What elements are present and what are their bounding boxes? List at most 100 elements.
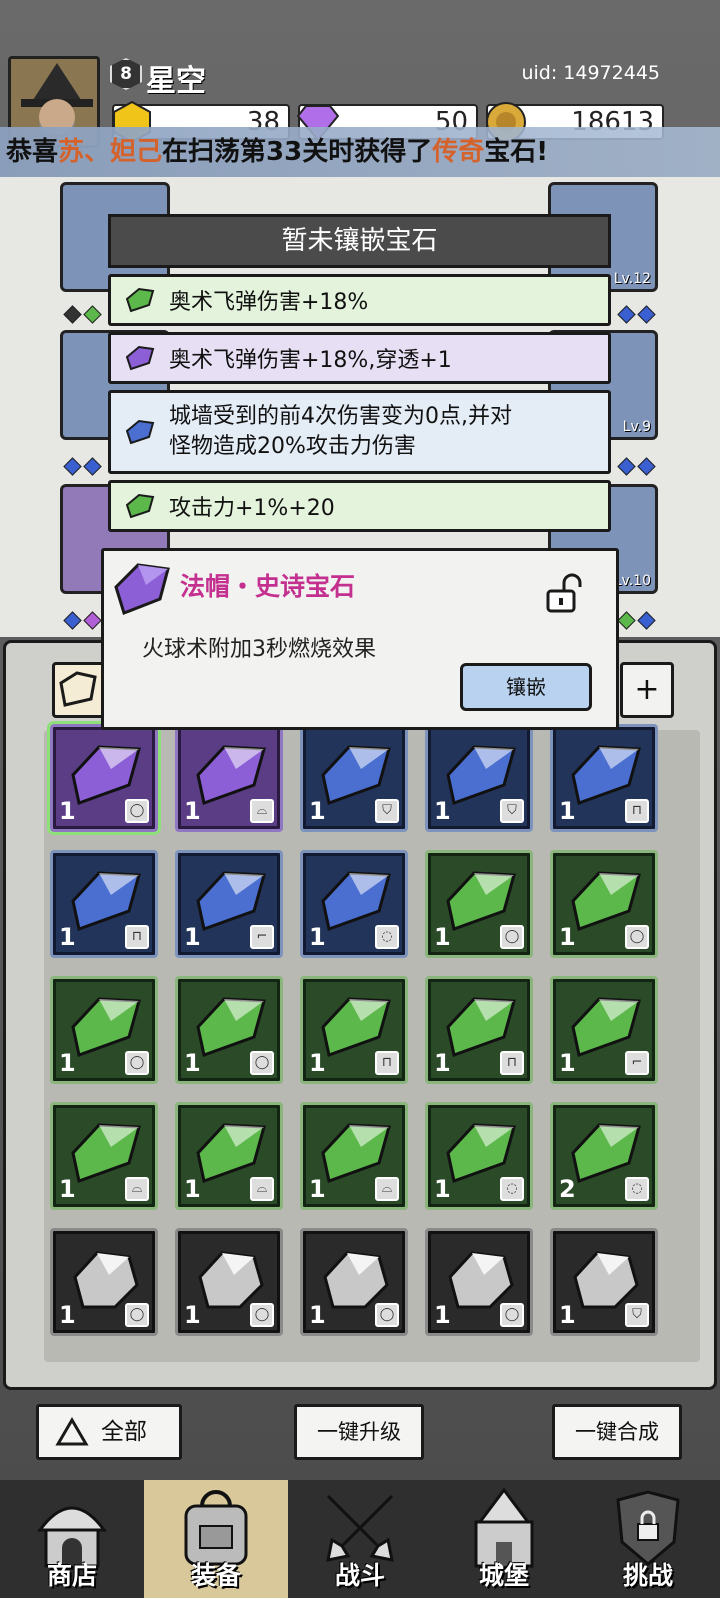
tab-challenge[interactable]: 挑战 bbox=[576, 1480, 720, 1598]
ring-slot-icon: ◯ bbox=[125, 799, 149, 823]
gem-count: 1 bbox=[434, 1175, 451, 1203]
add-button[interactable]: + bbox=[620, 662, 674, 718]
gem-count: 2 bbox=[559, 1175, 576, 1203]
gem-count: 1 bbox=[309, 923, 326, 951]
inventory-gem-cell[interactable]: 1 ⌓ bbox=[175, 724, 283, 832]
ticker-prefix: 恭喜 bbox=[6, 137, 59, 167]
hat-slot-icon: ⌓ bbox=[250, 1177, 274, 1201]
inventory-gem-cell[interactable]: 1 ⛉ bbox=[425, 724, 533, 832]
inventory-gem-cell[interactable]: 1 ◯ bbox=[425, 850, 533, 958]
boots-slot-icon: ⊓ bbox=[500, 1051, 524, 1075]
gem-effect-row[interactable]: 奥术飞弹伤害+18% bbox=[108, 274, 611, 326]
upgrade-all-button[interactable]: 一键升级 bbox=[294, 1404, 424, 1460]
inventory-gem-cell[interactable]: 1 ◯ bbox=[50, 1228, 158, 1336]
inventory-gem-cell[interactable]: 1 ⊓ bbox=[425, 976, 533, 1084]
filter-all-label: 全部 bbox=[101, 1419, 147, 1445]
gem-count: 1 bbox=[59, 797, 76, 825]
green-gem-icon bbox=[125, 493, 155, 519]
blue-gem-icon bbox=[125, 419, 155, 445]
gem-count: 1 bbox=[559, 1049, 576, 1077]
staff-slot-icon: ⌐ bbox=[625, 1051, 649, 1075]
triangle-icon bbox=[55, 1417, 89, 1446]
gem-effect-row[interactable]: 奥术飞弹伤害+18%,穿透+1 bbox=[108, 332, 611, 384]
inventory-gem-cell[interactable]: 1 ⊓ bbox=[550, 724, 658, 832]
tab-label: 城堡 bbox=[478, 1561, 529, 1590]
gem-effect-text: 攻击力+1%+20 bbox=[169, 496, 335, 521]
ring-slot-icon: ◯ bbox=[625, 925, 649, 949]
inventory-gem-cell[interactable]: 1 ⌓ bbox=[50, 1102, 158, 1210]
gem-count: 1 bbox=[184, 797, 201, 825]
inventory-gem-cell[interactable]: 1 ◯ bbox=[175, 1228, 283, 1336]
hat-slot-icon: ⌓ bbox=[250, 799, 274, 823]
hat-slot-icon: ⌓ bbox=[375, 1177, 399, 1201]
ring-slot-icon: ◯ bbox=[125, 1051, 149, 1075]
necklace-slot-icon: ◌ bbox=[500, 1177, 524, 1201]
filter-all-button[interactable]: 全部 bbox=[36, 1404, 182, 1460]
inventory-gem-cell[interactable]: 1 ◌ bbox=[425, 1102, 533, 1210]
player-uid: uid: 14972445 bbox=[521, 62, 660, 84]
gem-count: 1 bbox=[184, 1049, 201, 1077]
gem-count: 1 bbox=[59, 1049, 76, 1077]
gem-count: 1 bbox=[184, 1301, 201, 1329]
purple-gem-icon bbox=[114, 563, 170, 615]
inventory-gem-cell[interactable]: 1 ⌐ bbox=[550, 976, 658, 1084]
ticker-rarity: 传奇 bbox=[432, 137, 485, 167]
inventory-gem-cell[interactable]: 1 ⌓ bbox=[300, 1102, 408, 1210]
boots-slot-icon: ⊓ bbox=[625, 799, 649, 823]
gem-effect-row[interactable]: 城墙受到的前4次伤害变为0点,并对怪物造成20%攻击力伤害 bbox=[108, 390, 611, 474]
gem-count: 1 bbox=[434, 1301, 451, 1329]
necklace-slot-icon: ◌ bbox=[625, 1177, 649, 1201]
tab-battle[interactable]: 战斗 bbox=[288, 1480, 432, 1598]
inventory-gem-cell[interactable]: 1 ⛉ bbox=[300, 724, 408, 832]
ring-slot-icon: ◯ bbox=[500, 925, 524, 949]
inventory-gem-cell[interactable]: 1 ⊓ bbox=[300, 976, 408, 1084]
staff-slot-icon: ⌐ bbox=[250, 925, 274, 949]
gem-count: 1 bbox=[559, 1301, 576, 1329]
gem-effect-text: 城墙受到的前4次伤害变为0点,并对怪物造成20%攻击力伤害 bbox=[169, 404, 512, 459]
inventory-gem-cell[interactable]: 1 ◯ bbox=[425, 1228, 533, 1336]
equip-level: Lv.9 bbox=[622, 419, 651, 435]
gem-count: 1 bbox=[434, 923, 451, 951]
tab-label: 商店 bbox=[46, 1561, 97, 1590]
ring-slot-icon: ◯ bbox=[250, 1303, 274, 1327]
inventory-gem-cell[interactable]: 1 ⊓ bbox=[50, 850, 158, 958]
equip-level: Lv.10 bbox=[613, 573, 651, 589]
gem-count: 1 bbox=[309, 797, 326, 825]
ring-slot-icon: ◯ bbox=[250, 1051, 274, 1075]
inventory-gem-cell[interactable]: 1 ◯ bbox=[300, 1228, 408, 1336]
inventory-gem-cell[interactable]: 1 ◌ bbox=[300, 850, 408, 958]
inventory-gem-cell[interactable]: 1 ◯ bbox=[550, 850, 658, 958]
gem-count: 1 bbox=[309, 1175, 326, 1203]
gem-count: 1 bbox=[309, 1301, 326, 1329]
inventory-gem-cell[interactable]: 1 ⌐ bbox=[175, 850, 283, 958]
gem-count: 1 bbox=[434, 797, 451, 825]
gem-effect-text: 奥术飞弹伤害+18%,穿透+1 bbox=[169, 348, 452, 373]
inventory-gem-cell[interactable]: 1 ◯ bbox=[175, 976, 283, 1084]
gem-effect-row[interactable]: 攻击力+1%+20 bbox=[108, 480, 611, 532]
tab-equipment[interactable]: 装备 bbox=[144, 1480, 288, 1598]
ticker-middle: 在扫荡第33关时获得了 bbox=[162, 137, 433, 167]
inventory-gem-cell[interactable]: 1 ⛉ bbox=[550, 1228, 658, 1336]
tab-shop[interactable]: 商店 bbox=[0, 1480, 144, 1598]
tooltip-description: 火球术附加3秒燃烧效果 bbox=[142, 637, 376, 662]
inventory-gem-cell[interactable]: 1 ◯ bbox=[50, 976, 158, 1084]
equip-level: Lv.12 bbox=[613, 271, 651, 287]
ticker-suffix: 宝石! bbox=[484, 137, 549, 167]
unlock-icon[interactable] bbox=[544, 573, 584, 613]
inventory-gem-cell[interactable]: 1 ◯ bbox=[47, 721, 161, 835]
gem-tooltip: 法帽・史诗宝石 火球术附加3秒燃烧效果 镶嵌 bbox=[101, 548, 619, 730]
merge-all-button[interactable]: 一键合成 bbox=[552, 1404, 682, 1460]
green-gem-icon bbox=[125, 287, 155, 313]
ring-slot-icon: ◯ bbox=[375, 1303, 399, 1327]
armor-slot-icon: ⛉ bbox=[625, 1303, 649, 1327]
hat-slot-icon: ⌓ bbox=[125, 1177, 149, 1201]
boots-slot-icon: ⊓ bbox=[375, 1051, 399, 1075]
inventory-gem-cell[interactable]: 1 ⌓ bbox=[175, 1102, 283, 1210]
gem-count: 1 bbox=[559, 797, 576, 825]
tab-castle[interactable]: 城堡 bbox=[432, 1480, 576, 1598]
gem-sort-button[interactable] bbox=[52, 662, 106, 718]
gem-effect-text: 奥术飞弹伤害+18% bbox=[169, 290, 369, 315]
inventory-gem-cell[interactable]: 2 ◌ bbox=[550, 1102, 658, 1210]
embed-button[interactable]: 镶嵌 bbox=[460, 663, 592, 711]
gem-count: 1 bbox=[434, 1049, 451, 1077]
